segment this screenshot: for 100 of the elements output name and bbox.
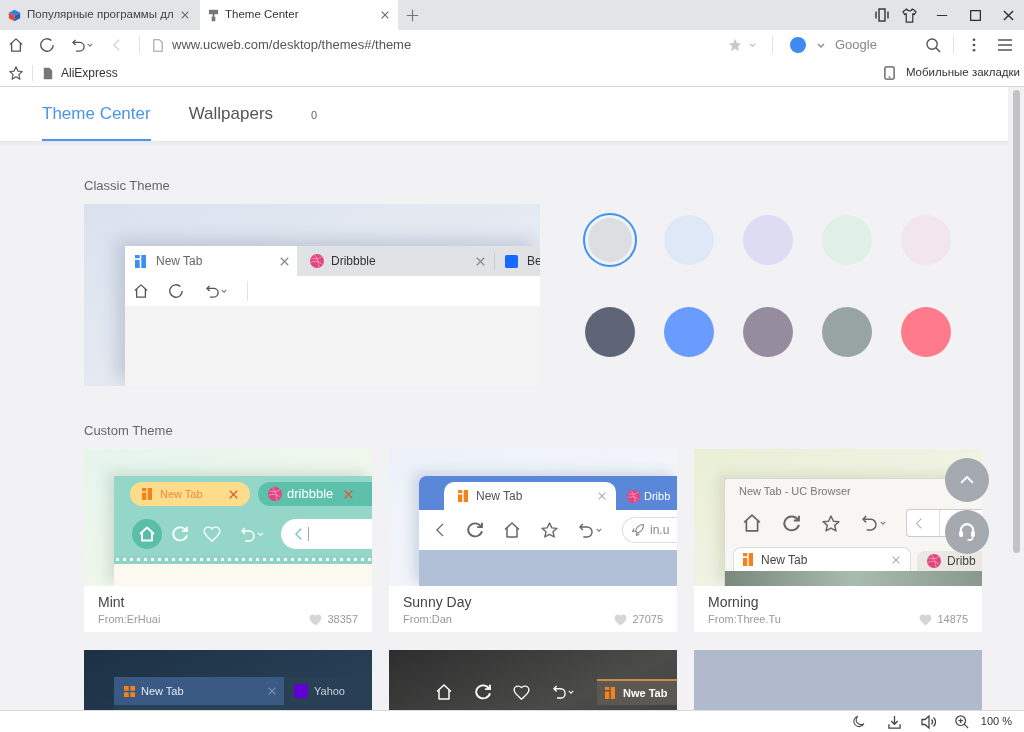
more-icon[interactable] xyxy=(972,38,976,52)
moon-icon[interactable] xyxy=(852,715,866,728)
address-field[interactable]: www.ucweb.com/desktop/themes#/theme xyxy=(172,35,720,55)
like-count: 14875 xyxy=(937,613,968,626)
tile-icon xyxy=(294,684,308,698)
home-icon xyxy=(132,519,162,549)
chevron-left-icon xyxy=(436,523,444,537)
zoom-in-icon[interactable] xyxy=(954,714,969,729)
color-swatch[interactable] xyxy=(901,307,951,357)
panel-icon[interactable] xyxy=(875,8,889,22)
author-label: From:Three.Tu xyxy=(708,613,781,626)
heart-icon xyxy=(513,684,530,700)
caret-icon[interactable] xyxy=(87,43,93,47)
undo-icon xyxy=(553,685,566,699)
caret-icon[interactable] xyxy=(749,43,756,47)
caret-icon xyxy=(221,289,227,293)
bookmark-link[interactable]: Мобильные закладки xyxy=(883,64,1020,82)
headset-icon xyxy=(958,523,976,541)
speaker-icon[interactable] xyxy=(920,714,936,729)
plus-icon[interactable] xyxy=(406,8,419,22)
reload-icon xyxy=(169,284,183,298)
home-icon xyxy=(134,284,148,298)
theme-card[interactable]: New Tab Dribb in.u Sunny Day From:Dan 27075 xyxy=(389,449,677,632)
tab-title: New Tab xyxy=(761,553,809,566)
search-engine-icon[interactable] xyxy=(790,37,806,53)
tab-title: Dribb xyxy=(644,488,671,504)
caret-icon xyxy=(596,528,602,532)
caret-up-icon xyxy=(960,476,974,484)
home-icon xyxy=(436,684,452,700)
star-icon[interactable] xyxy=(728,38,742,52)
grid-icon xyxy=(124,685,135,697)
tab-title: dribbble xyxy=(287,485,334,504)
chevron-left-icon xyxy=(295,528,302,540)
theme-name: Mint xyxy=(98,594,126,610)
undo-icon xyxy=(579,522,593,538)
refresh-icon xyxy=(467,522,483,538)
color-swatch[interactable] xyxy=(822,307,872,357)
undo-icon xyxy=(241,526,255,542)
ball-icon xyxy=(627,489,640,503)
close-icon xyxy=(344,489,354,499)
color-swatch[interactable] xyxy=(585,307,635,357)
menu-icon[interactable] xyxy=(997,39,1013,51)
color-swatch[interactable] xyxy=(664,307,714,357)
rocket-icon xyxy=(631,523,645,537)
tab-icon xyxy=(743,553,753,566)
tab-title: New Tab xyxy=(476,488,524,505)
tab-title: Dribb xyxy=(947,555,976,567)
reload-icon[interactable] xyxy=(40,38,54,52)
undo-icon xyxy=(862,515,877,531)
section-title: Custom Theme xyxy=(84,424,174,438)
undo-icon xyxy=(206,284,219,298)
theme-card[interactable]: New Tab dribbble Mint From:ErHuai 38357 xyxy=(84,449,372,632)
caret-icon xyxy=(257,532,264,536)
refresh-icon xyxy=(172,526,188,542)
tab-title: New Tab xyxy=(160,486,204,502)
close-icon xyxy=(476,256,485,266)
tab-icon xyxy=(458,490,468,502)
paint-roller-icon xyxy=(208,8,219,22)
search-icon[interactable] xyxy=(926,37,941,53)
home-icon[interactable] xyxy=(9,38,23,52)
address-text: in.u xyxy=(650,522,670,539)
chevron-left-icon xyxy=(916,517,922,529)
bookmark-link[interactable]: AliExpress xyxy=(43,64,118,82)
refresh-icon xyxy=(783,514,800,532)
caret-icon[interactable] xyxy=(817,42,825,48)
minimize-icon[interactable] xyxy=(936,13,948,17)
tab-icon xyxy=(605,687,615,699)
close-icon[interactable] xyxy=(381,11,389,19)
cube-icon xyxy=(8,8,21,22)
nav-tab[interactable]: Wallpapers xyxy=(188,87,274,141)
theme-card[interactable]: New Tab - UC Browser New Tab Dribb Morning From:Three.Tu 14875 xyxy=(694,449,982,632)
text-cursor xyxy=(308,527,309,541)
scrollbar-thumb[interactable] xyxy=(1013,90,1020,553)
close-icon xyxy=(268,687,276,695)
close-icon xyxy=(280,256,289,266)
close-icon[interactable] xyxy=(1003,9,1014,21)
star-icon[interactable] xyxy=(9,66,23,80)
download-icon[interactable] xyxy=(887,714,901,729)
shirt-icon[interactable] xyxy=(902,7,917,23)
tab-icon xyxy=(135,254,146,268)
home-icon xyxy=(504,522,520,538)
search-field[interactable]: Google xyxy=(835,35,917,55)
browser-tab[interactable]: Theme Center xyxy=(200,0,398,30)
zoom-level[interactable]: 100 % xyxy=(980,713,1012,730)
undo-icon[interactable] xyxy=(72,38,85,52)
tile-icon xyxy=(505,254,518,268)
maximize-icon[interactable] xyxy=(970,9,981,21)
heart-icon xyxy=(203,526,221,542)
caret-icon xyxy=(568,690,574,694)
theme-name: Morning xyxy=(708,594,760,610)
ball-icon xyxy=(268,487,282,501)
color-swatch[interactable] xyxy=(743,307,793,357)
page-icon xyxy=(43,66,53,80)
page-icon xyxy=(153,38,163,52)
tab-title: New Tab xyxy=(141,683,185,699)
color-swatch[interactable] xyxy=(583,213,637,267)
tab-icon xyxy=(142,488,152,500)
close-icon xyxy=(598,492,606,500)
star-icon xyxy=(541,522,558,538)
tab-title: Yahoo xyxy=(314,683,345,699)
